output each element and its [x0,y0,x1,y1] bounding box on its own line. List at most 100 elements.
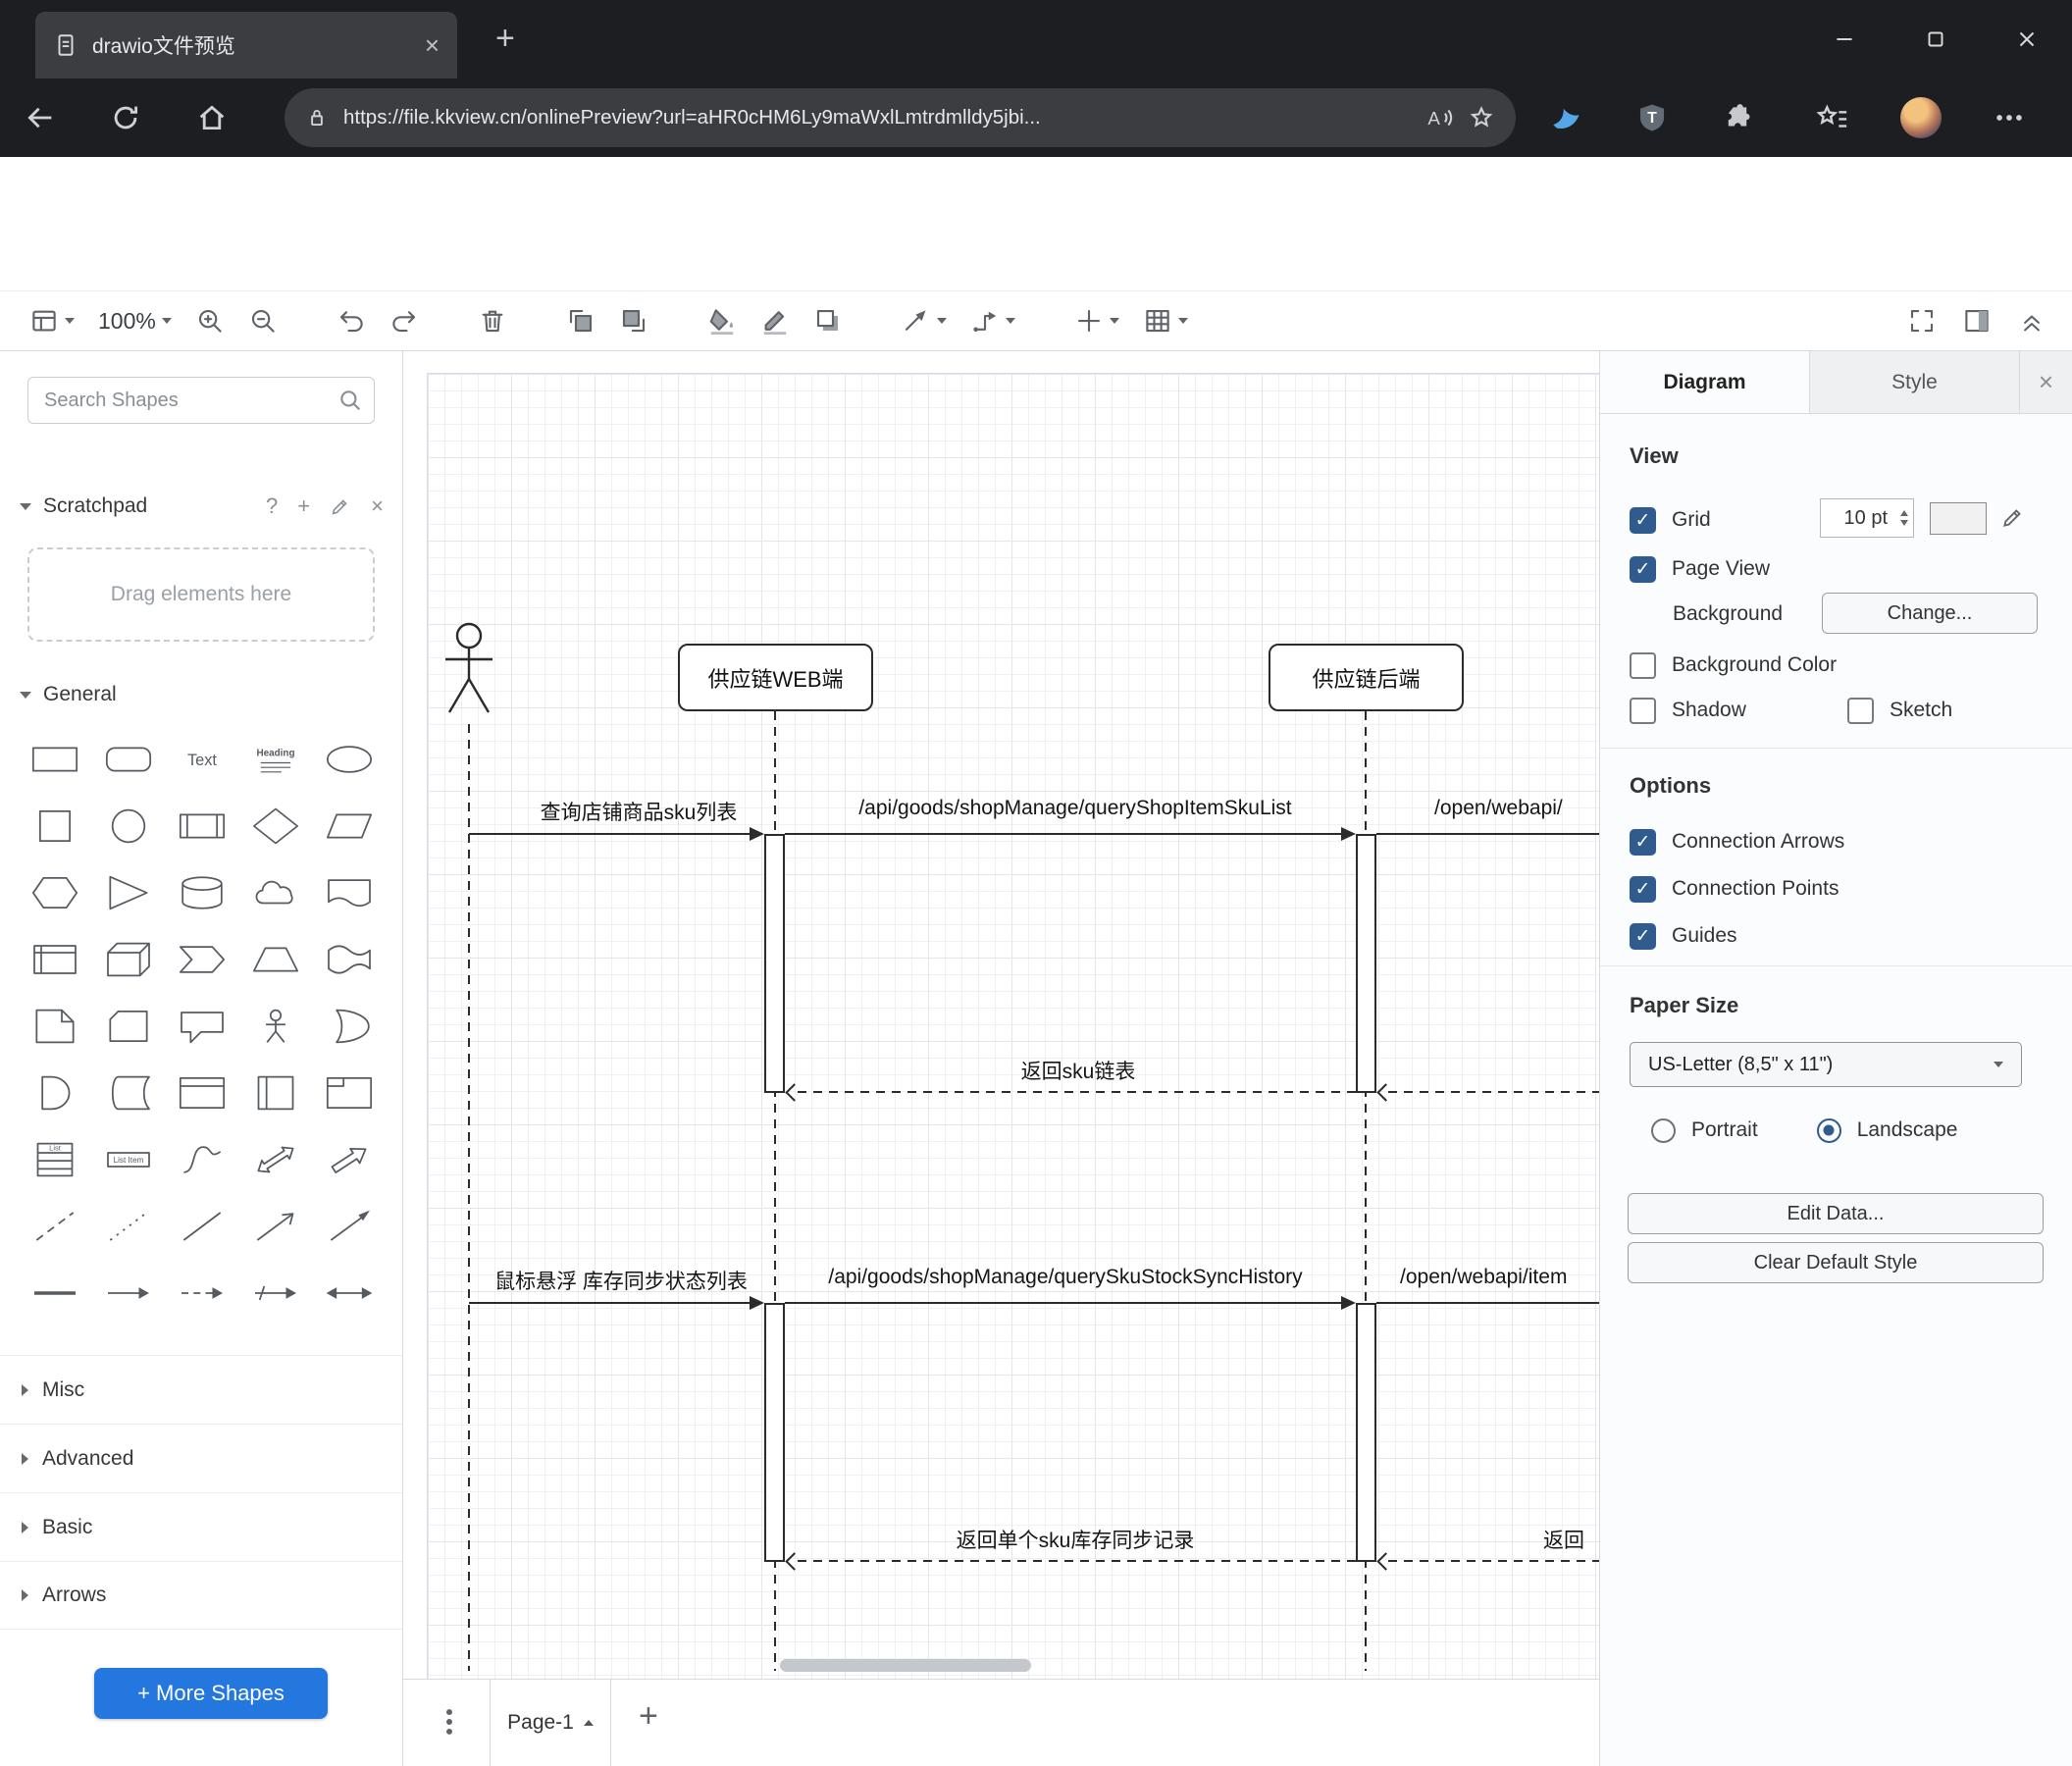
delete-button[interactable] [478,306,507,336]
shape-bidirectional-arrow[interactable] [238,1126,312,1193]
shape-trapezoid[interactable] [238,926,312,993]
shape-cube[interactable] [91,926,165,993]
read-aloud-icon[interactable]: A [1424,103,1453,132]
return-label[interactable]: 返回单个sku库存同步记录 [957,1525,1195,1554]
search-shapes-input[interactable] [27,377,375,424]
landscape-radio[interactable] [1816,1117,1841,1143]
shape-dotted-line[interactable] [91,1193,165,1260]
fullscreen-button[interactable] [1907,306,1937,336]
window-minimize-button[interactable] [1798,0,1890,78]
shape-rounded-rectangle[interactable] [91,726,165,793]
tab-close-icon[interactable] [425,32,440,58]
back-button[interactable] [24,101,57,134]
scratchpad-dropzone[interactable]: Drag elements here [27,547,375,642]
shape-list[interactable]: List [18,1126,91,1193]
shape-diamond[interactable] [238,793,312,859]
zoom-in-button[interactable] [195,306,225,336]
sidebar-section-general[interactable]: General [20,683,117,706]
shape-cloud[interactable] [238,859,312,926]
scratchpad-add-icon[interactable] [297,493,310,519]
sidebar-section-misc[interactable]: Misc [0,1355,402,1424]
guides-checkbox[interactable] [1630,922,1656,950]
shape-data-storage[interactable] [91,1060,165,1126]
shape-process[interactable] [165,793,238,859]
tab-diagram[interactable]: Diagram [1600,351,1810,413]
sidebar-section-arrows[interactable]: Arrows [0,1561,402,1630]
shape-arrow[interactable] [312,1126,386,1193]
zoom-level[interactable]: 100% [98,308,172,335]
shape-ellipse[interactable] [312,726,386,793]
shield-extension-icon[interactable]: T [1635,101,1669,134]
search-icon[interactable] [337,388,363,413]
shape-container[interactable] [165,1060,238,1126]
shape-line[interactable] [165,1193,238,1260]
home-button[interactable] [195,101,229,134]
shape-tick-arrow[interactable] [238,1260,312,1326]
scratchpad-help-icon[interactable] [266,493,278,519]
undo-button[interactable] [337,306,366,336]
format-panel-button[interactable] [1962,306,1992,336]
return-label[interactable]: 返回sku链表 [1021,1056,1136,1085]
fill-color-button[interactable] [707,306,737,336]
message-label[interactable]: /api/goods/shopManage/querySkuStockSyncH… [828,1266,1302,1289]
extensions-puzzle-button[interactable] [1721,101,1754,134]
shape-tape[interactable] [312,926,386,993]
shape-double-arrow[interactable] [312,1260,386,1326]
scratchpad-close-icon[interactable] [371,493,384,519]
sidebar-section-basic[interactable]: Basic [0,1492,402,1561]
grid-size-input[interactable]: 10 pt [1820,498,1914,538]
connection-arrows-checkbox[interactable] [1630,828,1656,856]
shape-dashed-arrow-right[interactable] [165,1260,238,1326]
shape-callout[interactable] [165,993,238,1060]
browser-menu-button[interactable] [1993,101,2026,134]
horizontal-scrollbar-thumb[interactable] [780,1659,1031,1672]
address-bar[interactable]: https://file.kkview.cn/onlinePreview?url… [285,88,1516,147]
page-tab[interactable]: Page-1 [490,1680,611,1766]
refresh-button[interactable] [109,101,142,134]
message-label[interactable]: /api/goods/shopManage/queryShopItemSkuLi… [858,797,1291,820]
shape-or[interactable] [312,993,386,1060]
shape-note[interactable] [18,993,91,1060]
add-page-button[interactable] [639,1697,658,1736]
shape-title-container[interactable] [312,1060,386,1126]
lifeline-box-backend[interactable]: 供应链后端 [1269,644,1464,711]
lifeline-box-web[interactable]: 供应链WEB端 [678,644,873,711]
shape-cylinder[interactable] [165,859,238,926]
line-color-button[interactable] [760,306,790,336]
page-view-checkbox[interactable] [1630,555,1656,583]
window-close-button[interactable] [1981,0,2072,78]
shadow-button[interactable] [813,306,843,336]
pages-menu-button[interactable] [433,1705,466,1743]
shape-hexagon[interactable] [18,859,91,926]
sketch-checkbox[interactable] [1847,697,1874,724]
shape-circle[interactable] [91,793,165,859]
shape-line-plain[interactable] [312,1193,386,1260]
shape-internal-storage[interactable] [18,926,91,993]
shape-heading[interactable]: Heading [238,726,312,793]
message-label[interactable]: /open/webapi/ [1434,797,1563,820]
message-label[interactable]: /open/webapi/item [1400,1266,1567,1289]
drawing-canvas[interactable]: 供应链WEB端 供应链后端 查询店铺商品sku列表 /api/goods/sho… [403,351,1599,1679]
shape-vertical-container[interactable] [238,1060,312,1126]
activation-web-2[interactable] [764,1303,785,1562]
shape-arrow-right[interactable] [91,1260,165,1326]
shape-list-item[interactable]: List Item [91,1126,165,1193]
copilot-bird-extension-icon[interactable] [1549,101,1582,134]
message-label[interactable]: 查询店铺商品sku列表 [541,797,738,826]
shape-and[interactable] [18,1060,91,1126]
shape-parallelogram[interactable] [312,793,386,859]
shape-horizontal-line[interactable] [18,1260,91,1326]
shape-square[interactable] [18,793,91,859]
grid-color-swatch[interactable] [1930,502,1987,535]
shape-rectangle[interactable] [18,726,91,793]
shape-triangle[interactable] [91,859,165,926]
grid-checkbox[interactable] [1630,506,1656,534]
zoom-out-button[interactable] [248,306,278,336]
waypoints-button[interactable] [970,306,1015,336]
favorites-bar-button[interactable] [1816,101,1849,134]
sidebar-section-advanced[interactable]: Advanced [0,1424,402,1492]
shape-card[interactable] [91,993,165,1060]
redo-button[interactable] [389,306,419,336]
edit-data-button[interactable]: Edit Data... [1628,1193,2044,1234]
browser-tab[interactable]: drawio文件预览 [35,12,457,78]
